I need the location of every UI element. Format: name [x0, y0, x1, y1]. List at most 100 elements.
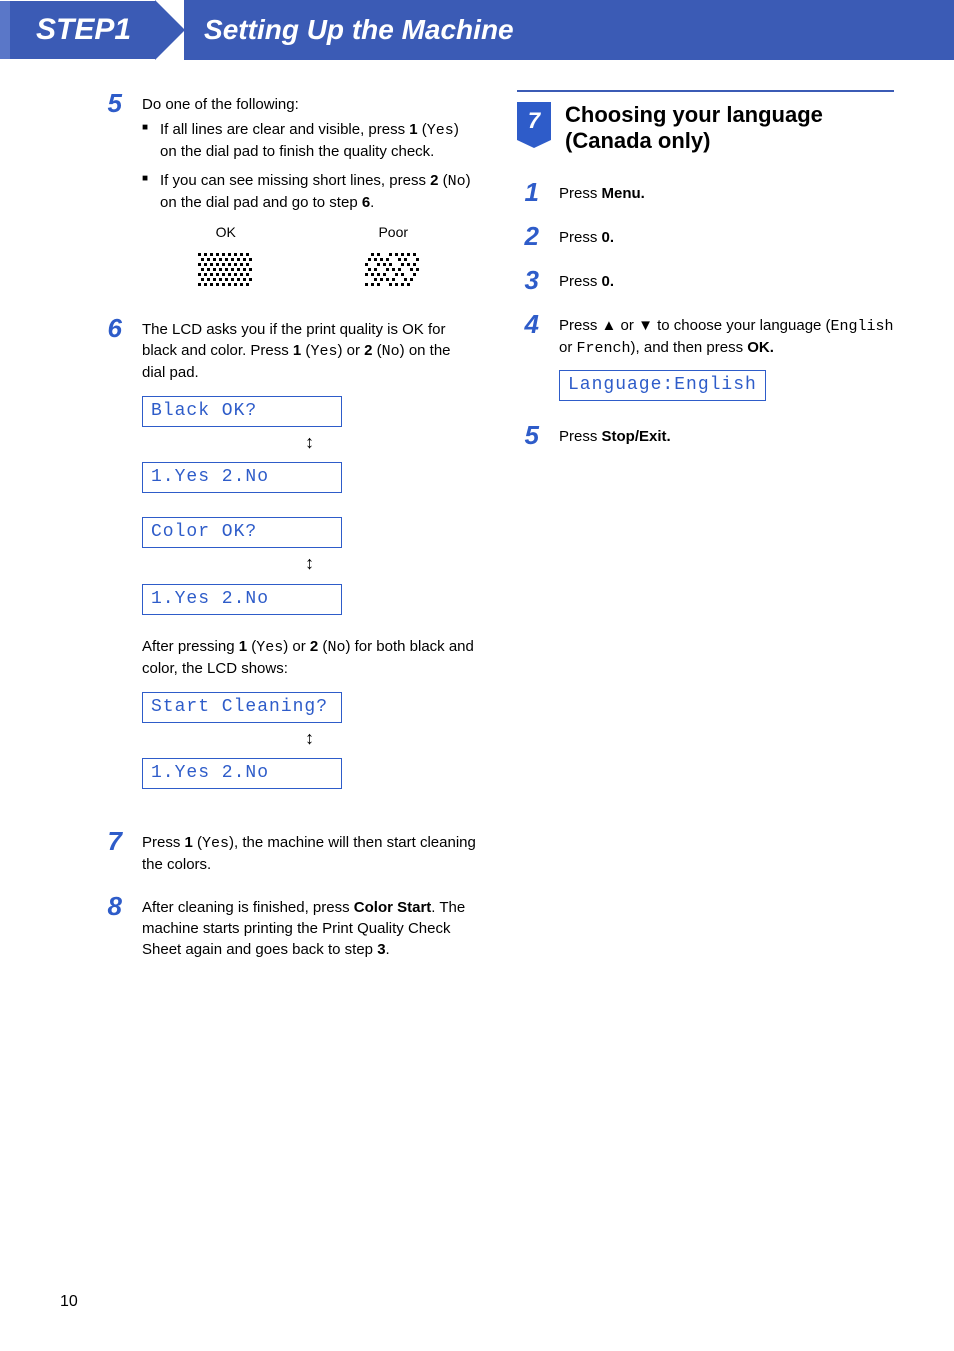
color-start-key: Color Start — [354, 899, 432, 916]
text: ) or — [337, 342, 364, 359]
lcd-language: Language:English — [559, 370, 766, 401]
right-step-1: 1 Press Menu. — [517, 179, 894, 205]
mono-yes: Yes — [427, 122, 454, 139]
right-step-2: 2 Press 0. — [517, 223, 894, 249]
text: ( — [193, 834, 202, 851]
text: Press — [559, 428, 602, 445]
text: Press — [559, 229, 602, 246]
mono-yes: Yes — [202, 835, 229, 852]
lcd-start-cleaning: Start Cleaning? — [142, 692, 342, 723]
up-arrow-icon: ▲ — [602, 317, 617, 334]
stop-exit-key: Stop/Exit. — [602, 428, 671, 445]
key-1: 1 — [409, 121, 417, 138]
step-number: 7 — [100, 828, 122, 854]
text: Press Menu. — [559, 179, 894, 204]
text: After cleaning is finished, press — [142, 899, 354, 916]
text: Press — [559, 185, 602, 202]
mono-no: No — [327, 639, 345, 656]
step-5-bullet-1: If all lines are clear and visible, pres… — [142, 119, 477, 162]
text: If all lines are clear and visible, pres… — [160, 121, 409, 138]
step-8-text: After cleaning is finished, press Color … — [142, 893, 477, 960]
mono-yes: Yes — [256, 639, 283, 656]
right-step-5: 5 Press Stop/Exit. — [517, 422, 894, 448]
mono-no: No — [382, 343, 400, 360]
page-header: STEP1 Setting Up the Machine — [0, 0, 954, 60]
step-5-bullet-2: If you can see missing short lines, pres… — [142, 170, 477, 213]
text: Press — [142, 834, 185, 851]
ok-key: OK. — [747, 339, 774, 356]
step-number: 3 — [517, 267, 539, 293]
step-number: 2 — [517, 223, 539, 249]
lcd-yes-no: 1.Yes 2.No — [142, 462, 342, 493]
right-step-4-text: Press ▲ or ▼ to choose your language (En… — [559, 315, 894, 359]
updown-icon: ↕ — [142, 728, 477, 753]
arrow-right-icon — [155, 0, 185, 60]
text: If you can see missing short lines, pres… — [160, 172, 430, 189]
step-5-intro: Do one of the following: — [142, 94, 477, 115]
key-2: 2 — [310, 638, 318, 655]
zero-key: 0. — [602, 229, 615, 246]
step-7: 7 Press 1 (Yes), the machine will then s… — [100, 828, 477, 875]
text: to choose your language ( — [653, 317, 831, 334]
text: After pressing — [142, 638, 239, 655]
text: ( — [438, 172, 447, 189]
key-1: 1 — [239, 638, 247, 655]
text: . — [370, 194, 374, 211]
section-number: 7 — [517, 102, 551, 140]
key-1: 1 — [293, 342, 301, 359]
text: or — [616, 317, 638, 334]
step-ref: 6 — [362, 194, 370, 211]
lcd-color-ok: Color OK? — [142, 517, 342, 548]
step-7-text: Press 1 (Yes), the machine will then sta… — [142, 828, 477, 875]
text: ( — [372, 342, 381, 359]
right-column: 7 Choosing your language (Canada only) 1… — [517, 90, 894, 978]
step-6-text: The LCD asks you if the print quality is… — [142, 319, 477, 383]
section-header: 7 Choosing your language (Canada only) — [517, 102, 894, 155]
page-title: Setting Up the Machine — [184, 0, 954, 60]
mono-french: French — [577, 340, 631, 357]
text: ) or — [283, 638, 310, 655]
page-number: 10 — [60, 1293, 78, 1311]
section-title: Choosing your language (Canada only) — [565, 102, 894, 155]
poor-swatch-icon — [363, 251, 423, 291]
text: ), and then press — [631, 339, 748, 356]
right-step-4: 4 Press ▲ or ▼ to choose your language (… — [517, 311, 894, 404]
key-1: 1 — [185, 834, 193, 851]
down-arrow-icon: ▼ — [638, 317, 653, 334]
text: Press 0. — [559, 223, 894, 248]
text: . — [386, 941, 390, 958]
updown-icon: ↕ — [142, 432, 477, 457]
ok-label: OK — [196, 223, 256, 243]
updown-icon: ↕ — [142, 553, 477, 578]
text: ( — [418, 121, 427, 138]
step-8: 8 After cleaning is finished, press Colo… — [100, 893, 477, 960]
lcd-yes-no: 1.Yes 2.No — [142, 758, 342, 789]
text: Press Stop/Exit. — [559, 422, 894, 447]
poor-label: Poor — [363, 223, 423, 243]
section-rule — [517, 90, 894, 92]
ok-swatch-icon — [196, 251, 256, 291]
quality-ok: OK — [196, 223, 256, 297]
text: Press 0. — [559, 267, 894, 292]
step-number: 5 — [517, 422, 539, 448]
right-step-3: 3 Press 0. — [517, 267, 894, 293]
text: ( — [247, 638, 256, 655]
step-number: 6 — [100, 315, 122, 341]
mono-english: English — [831, 318, 894, 335]
step-ref: 3 — [377, 941, 385, 958]
step-tab: STEP1 — [0, 1, 155, 59]
text: Press — [559, 273, 602, 290]
quality-poor: Poor — [363, 223, 423, 297]
text: Press — [559, 317, 602, 334]
menu-key: Menu. — [602, 185, 645, 202]
step-number: 5 — [100, 90, 122, 116]
step-number: 4 — [517, 311, 539, 337]
mono-no: No — [448, 173, 466, 190]
zero-key: 0. — [602, 273, 615, 290]
step-number: 1 — [517, 179, 539, 205]
step-5: 5 Do one of the following: If all lines … — [100, 90, 477, 297]
text: or — [559, 339, 577, 356]
lcd-black-ok: Black OK? — [142, 396, 342, 427]
step-6: 6 The LCD asks you if the print quality … — [100, 315, 477, 811]
step-number: 8 — [100, 893, 122, 919]
